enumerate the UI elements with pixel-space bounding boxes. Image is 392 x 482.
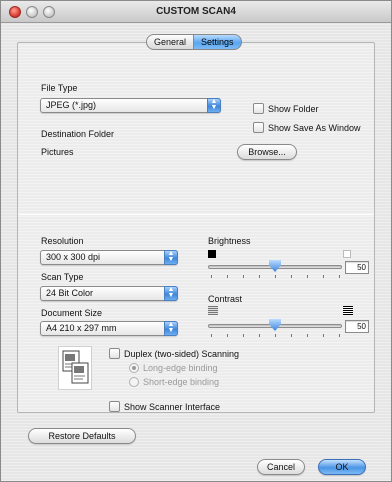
checkbox-box [253, 122, 264, 133]
brightness-slider-thumb[interactable] [269, 260, 281, 272]
contrast-ticks [208, 334, 342, 338]
tab-general[interactable]: General [146, 34, 195, 50]
long-edge-label: Long-edge binding [143, 363, 218, 373]
dark-square-icon [208, 250, 216, 258]
brightness-label: Brightness [208, 236, 251, 246]
contrast-value-field[interactable]: 50 [345, 320, 369, 333]
file-type-label: File Type [41, 83, 78, 93]
document-size-value: A4 210 x 297 mm [46, 323, 117, 333]
duplex-label: Duplex (two-sided) Scanning [124, 348, 240, 359]
checkbox-box [253, 103, 264, 114]
long-edge-radio[interactable]: Long-edge binding [129, 363, 218, 373]
resolution-value: 300 x 300 dpi [46, 252, 101, 262]
show-scanner-interface-label: Show Scanner Interface [124, 401, 221, 412]
restore-defaults-button[interactable]: Restore Defaults [28, 428, 136, 444]
popup-arrows-icon: ▲ ▼ [164, 286, 178, 301]
brightness-ticks [208, 275, 342, 279]
short-edge-label: Short-edge binding [143, 377, 220, 387]
scan-type-popup[interactable]: 24 Bit Color ▲ ▼ [40, 286, 178, 301]
show-folder-checkbox[interactable]: Show Folder [253, 103, 319, 114]
contrast-label: Contrast [208, 294, 243, 304]
radio-dot [129, 363, 139, 373]
duplex-checkbox[interactable]: Duplex (two-sided) Scanning [109, 348, 239, 359]
title-bar: CUSTOM SCAN4 [1, 1, 391, 23]
window-title: CUSTOM SCAN4 [156, 6, 236, 17]
destination-folder-value: Pictures [41, 147, 74, 157]
popup-arrows-icon: ▲ ▼ [164, 250, 178, 265]
cancel-button[interactable]: Cancel [257, 459, 305, 475]
destination-folder-label: Destination Folder [41, 129, 115, 139]
show-scanner-interface-checkbox[interactable]: Show Scanner Interface [109, 401, 220, 412]
file-type-value: JPEG (*.jpg) [46, 100, 97, 110]
file-type-popup[interactable]: JPEG (*.jpg) ▲ ▼ [40, 98, 221, 113]
resolution-popup[interactable]: 300 x 300 dpi ▲ ▼ [40, 250, 178, 265]
settings-panel: File Type JPEG (*.jpg) ▲ ▼ Show Folder Sh… [17, 42, 375, 413]
checkbox-box [109, 401, 120, 412]
tab-bar: General Settings [146, 34, 242, 50]
popup-arrows-icon: ▲ ▼ [164, 321, 178, 336]
scan-type-label: Scan Type [41, 272, 84, 282]
high-contrast-icon [343, 306, 353, 315]
section-divider [18, 214, 374, 215]
tab-settings[interactable]: Settings [194, 34, 242, 50]
show-save-as-label: Show Save As Window [268, 122, 361, 133]
checkbox-box [109, 348, 120, 359]
short-edge-radio[interactable]: Short-edge binding [129, 377, 219, 387]
scan-type-value: 24 Bit Color [46, 288, 94, 298]
contrast-slider-thumb[interactable] [269, 319, 281, 331]
browse-button[interactable]: Browse... [237, 144, 297, 160]
light-square-icon [343, 250, 351, 258]
document-size-label: Document Size [41, 308, 103, 318]
duplex-icon-box [58, 346, 92, 390]
show-folder-label: Show Folder [268, 103, 319, 114]
show-save-as-checkbox[interactable]: Show Save As Window [253, 122, 361, 133]
duplex-document-icon [62, 350, 89, 384]
resolution-label: Resolution [41, 236, 84, 246]
popup-arrows-icon: ▲ ▼ [207, 98, 221, 113]
ok-button[interactable]: OK [318, 459, 366, 475]
custom-scan-dialog: CUSTOM SCAN4 General Settings File Type … [0, 0, 392, 482]
low-contrast-icon [208, 306, 218, 315]
radio-dot [129, 377, 139, 387]
brightness-value-field[interactable]: 50 [345, 261, 369, 274]
document-size-popup[interactable]: A4 210 x 297 mm ▲ ▼ [40, 321, 178, 336]
